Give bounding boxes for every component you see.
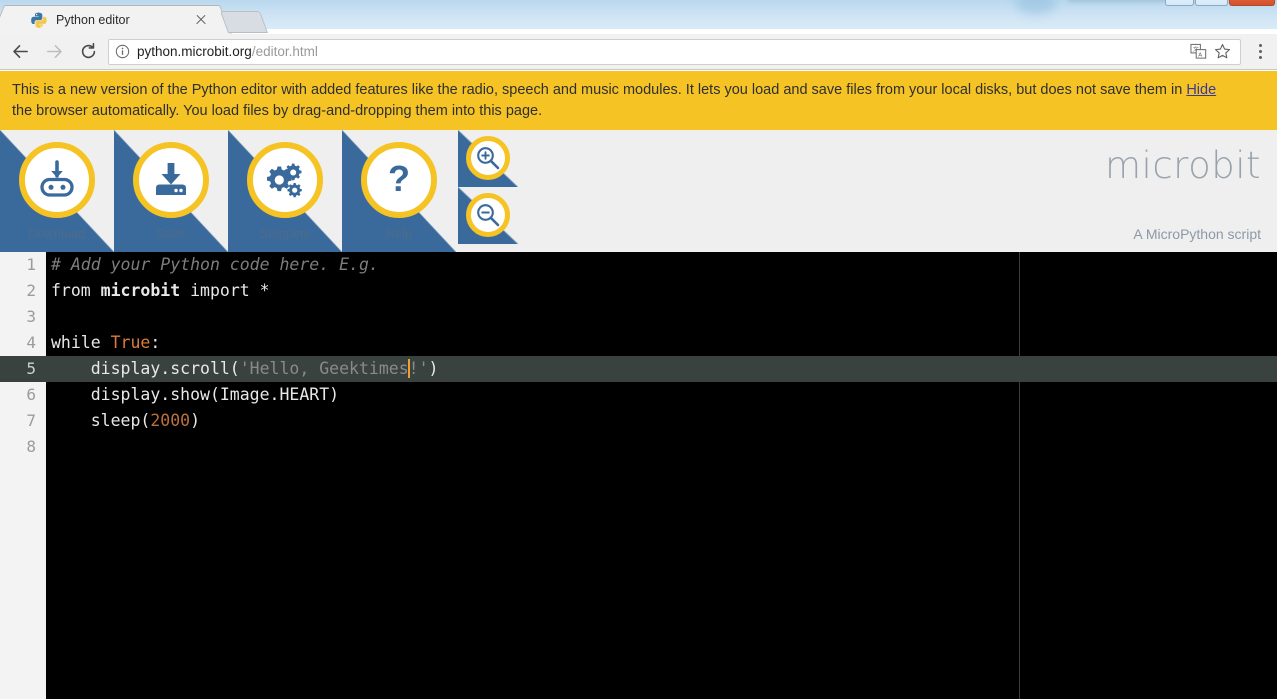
os-background-blur-b: [1068, 0, 1168, 2]
code-token-colon: :: [150, 333, 161, 352]
os-background-blur-a: [1015, 0, 1057, 14]
snippets-button-label: Snippets: [259, 227, 311, 241]
code-token-number: 2000: [150, 411, 191, 430]
script-subtitle: A MicroPython script: [1133, 226, 1261, 242]
zoom-out-magnifier-icon: [466, 193, 510, 237]
save-button[interactable]: Save: [114, 130, 228, 252]
zoom-out-button[interactable]: [458, 187, 518, 244]
gears-icon: [247, 142, 323, 218]
info-circle-icon[interactable]: [115, 44, 130, 59]
line-number-gutter: 1 2 3 4 5 6 7 8: [0, 252, 46, 699]
translate-icon[interactable]: 文 A: [1186, 40, 1210, 64]
code-token-show: display.show(Image.HEART): [51, 385, 340, 404]
download-button[interactable]: Download: [0, 130, 114, 252]
code-token-comment: # Add your Python code here. E.g.: [51, 255, 379, 274]
star-icon[interactable]: [1210, 40, 1234, 64]
minimize-button[interactable]: [1165, 0, 1194, 6]
code-token-sleep: sleep(: [51, 411, 151, 430]
microbit-logo: microbit: [1105, 146, 1261, 186]
code-token-import: import *: [180, 281, 270, 300]
svg-text:?: ?: [388, 158, 410, 199]
save-download-tray-icon: [133, 142, 209, 218]
download-button-label: Download: [28, 227, 86, 241]
url-path: /editor.html: [251, 44, 318, 59]
notification-banner: This is a new version of the Python edit…: [0, 71, 1277, 128]
code-token-from: from: [51, 281, 101, 300]
code-line-6[interactable]: display.show(Image.HEART): [46, 382, 1277, 408]
code-content[interactable]: # Add your Python code here. E.g. from m…: [46, 252, 1277, 699]
editor-header: Download Save Snippets ? Help microbit A…: [0, 128, 1277, 252]
banner-text-before: This is a new version of the Python edit…: [12, 82, 1187, 98]
snippets-button[interactable]: Snippets: [228, 130, 342, 252]
code-line-7[interactable]: sleep(2000): [46, 408, 1277, 434]
address-bar-url: python.microbit.org/editor.html: [137, 44, 318, 59]
line-number: 1: [26, 255, 36, 274]
tab-close-icon[interactable]: [193, 12, 209, 28]
back-arrow-icon[interactable]: [6, 38, 34, 66]
code-line-1[interactable]: # Add your Python code here. E.g.: [46, 252, 1277, 278]
code-token-while: while: [51, 333, 111, 352]
save-button-label: Save: [156, 227, 186, 241]
brand-name: microbit: [1105, 144, 1261, 187]
code-token-empty: [51, 307, 61, 326]
reload-icon[interactable]: [74, 38, 102, 66]
code-line-2[interactable]: from microbit import *: [46, 278, 1277, 304]
line-number: 3: [26, 307, 36, 326]
browser-tab[interactable]: Python editor: [8, 5, 216, 34]
line-number: 7: [26, 411, 36, 430]
maximize-button[interactable]: [1195, 0, 1228, 6]
svg-text:A: A: [1198, 52, 1202, 58]
address-bar[interactable]: python.microbit.org/editor.html 文 A: [108, 38, 1241, 65]
three-dots-menu-icon[interactable]: [1249, 40, 1271, 64]
close-button[interactable]: [1229, 0, 1275, 6]
forward-arrow-icon[interactable]: [40, 38, 68, 66]
code-line-3[interactable]: [46, 304, 1277, 330]
line-number: 6: [26, 385, 36, 404]
help-button[interactable]: ? Help: [342, 130, 456, 252]
microbit-download-icon: [19, 142, 95, 218]
url-host: python.microbit.org: [137, 44, 252, 59]
code-token-string-close: !': [408, 359, 429, 378]
browser-toolbar: python.microbit.org/editor.html 文 A: [0, 34, 1277, 70]
code-token-paren: ): [428, 359, 439, 378]
line-number: 4: [26, 333, 36, 352]
code-token-module: microbit: [100, 281, 181, 300]
zoom-in-magnifier-icon: [466, 136, 510, 180]
zoom-controls: [458, 130, 518, 252]
omnibox-actions: 文 A: [1186, 40, 1234, 64]
python-logo-icon: [31, 12, 47, 28]
window-controls: [1164, 0, 1275, 6]
zoom-in-button[interactable]: [458, 130, 518, 187]
code-editor[interactable]: 1 2 3 4 5 6 7 8 # Add your Python code h…: [0, 252, 1277, 699]
code-token-call: display.scroll(: [51, 359, 240, 378]
banner-hide-link[interactable]: Hide: [1186, 82, 1216, 98]
new-tab-button[interactable]: [219, 11, 269, 33]
toolbar: Download Save Snippets ? Help: [0, 130, 456, 252]
line-number-active: 5: [0, 356, 46, 382]
code-token-string-open: 'Hello, Geektimes: [239, 359, 409, 378]
line-number: 2: [26, 281, 36, 300]
code-token-paren2: ): [190, 411, 201, 430]
code-line-5[interactable]: display.scroll('Hello, Geektimes!'): [46, 356, 1277, 382]
help-button-label: Help: [385, 227, 413, 241]
code-line-4[interactable]: while True:: [46, 330, 1277, 356]
code-token-empty2: [51, 437, 61, 456]
code-line-8[interactable]: [46, 434, 1277, 460]
browser-tab-title: Python editor: [56, 13, 130, 27]
banner-text-after: the browser automatically. You load file…: [12, 103, 543, 119]
code-token-true: True: [110, 333, 151, 352]
line-number: 8: [26, 437, 36, 456]
question-mark-icon: ?: [361, 142, 437, 218]
